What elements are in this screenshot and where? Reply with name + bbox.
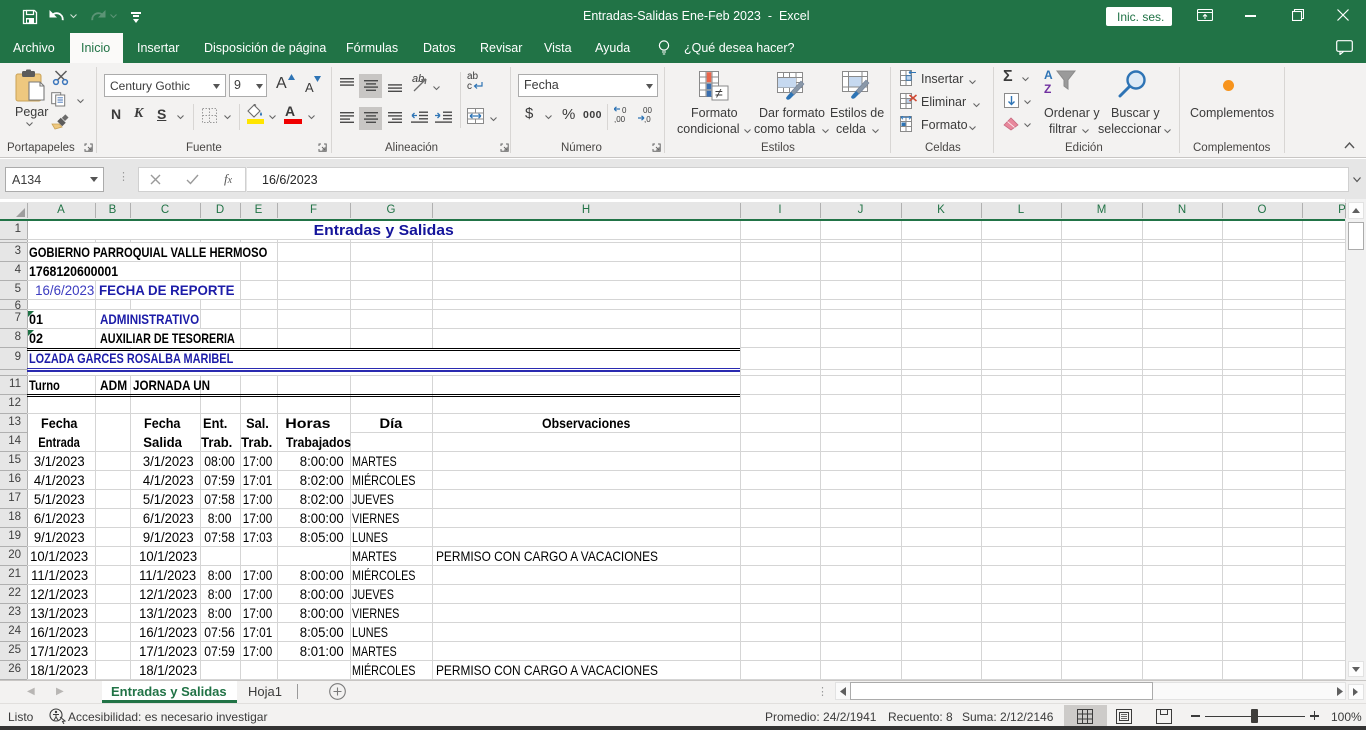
svg-text:≠: ≠ [715,85,723,101]
svg-text:00: 00 [643,106,652,115]
svg-text:,00: ,00 [614,115,626,124]
svg-text:0: 0 [622,106,627,115]
svg-text:,0: ,0 [644,115,651,124]
